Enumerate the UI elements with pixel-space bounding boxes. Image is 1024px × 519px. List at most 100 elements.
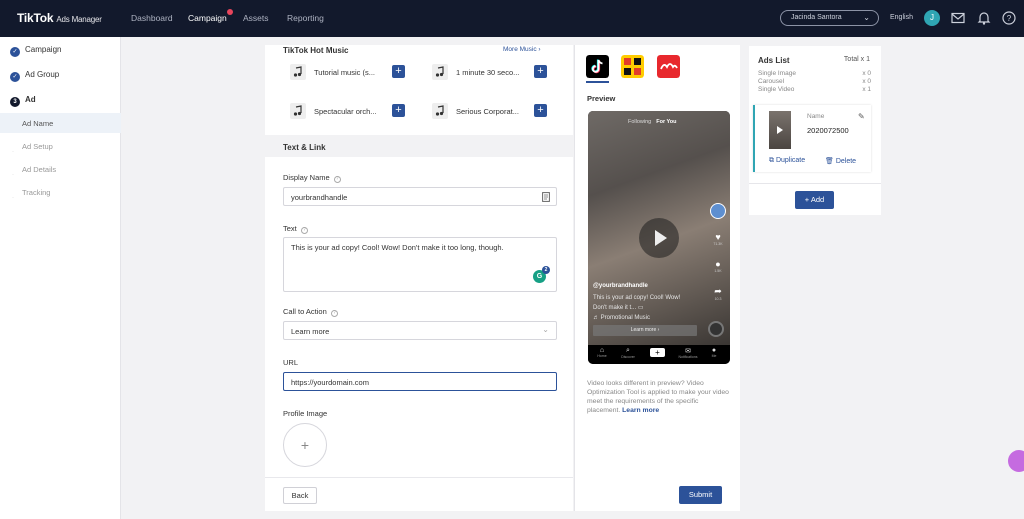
profile-image-label: Profile Image [283,409,328,418]
add-music-button[interactable]: + [534,65,547,78]
music-disc-icon [708,321,724,337]
feed-tabs: Following For You [628,119,677,125]
preview-handle: @yourbrandhandle [593,283,648,289]
ad-name-value: 2020072500 [807,126,849,135]
nav-campaign[interactable]: Campaign [188,13,227,23]
check-icon: ✓ [10,47,20,57]
nav-assets[interactable]: Assets [243,13,269,23]
copy-icon: ⧉ [769,157,774,164]
pangle-placement-icon[interactable] [657,55,680,78]
edit-icon[interactable]: ✎ [858,112,865,121]
preview-title: Preview [587,94,616,103]
heart-icon: ♥ 71.3K [713,232,723,246]
divider [749,183,881,184]
ad-video-thumbnail [769,111,791,149]
home-icon: ⌂ Home [597,347,607,358]
grammarly-icon[interactable]: G2 [533,266,550,283]
ad-form-panel: TikTok Hot Music More Music › Tutorial m… [265,45,573,511]
comment-icon: ● 1.5K [714,259,722,273]
profile-icon: ● Me [711,347,717,358]
inbox-icon: ✉ Notifications [678,348,698,359]
ad-creation-steps: ✓Campaign ✓Ad Group 3Ad · Ad Name · Ad S… [0,37,121,519]
ads-list-panel: Ads List Total x 1 Single Image x 0 Carou… [749,46,881,215]
plus-icon: + [300,437,310,453]
display-name-label: Display Name? [283,173,341,183]
url-input[interactable]: https://yourdomain.com [283,372,557,391]
music-note-icon [432,103,448,119]
ad-list-item[interactable]: Name 2020072500 ✎ ⧉ Duplicate 🗑 Delete [753,105,871,172]
create-icon: + [650,348,665,357]
creator-avatar [710,203,726,219]
preview-copy-line2: Don't make it t... ▭ [593,305,644,311]
step-number: 3 [10,97,20,107]
add-ad-button[interactable]: + Add [795,191,834,209]
hot-music-title: TikTok Hot Music [283,46,349,55]
submit-button[interactable]: Submit [679,486,722,504]
step-ad[interactable]: 3 Ad [10,95,36,107]
substep-tracking[interactable]: Tracking [0,182,121,202]
share-icon: ➦ 10.3 [714,286,722,301]
ad-preview-panel: Preview Following For You ♥ 71.3K ● 1.5K ➦ 1… [574,45,740,511]
duplicate-ad-button[interactable]: ⧉ Duplicate [769,157,805,165]
substep-ad-name[interactable]: Ad Name [0,113,121,133]
ads-count-row: Carousel x 0 [758,78,871,85]
info-icon[interactable]: ? [330,310,338,317]
tiktok-ads-logo[interactable]: TikTok Ads Manager [17,11,102,25]
info-icon[interactable]: ? [300,227,308,234]
substep-ad-setup[interactable]: Ad Setup [0,136,121,156]
text-label: Text? [283,224,308,234]
engagement-icons: ♥ 71.3K ● 1.5K ➦ 10.3 [710,232,726,314]
language-selector[interactable]: English [890,14,913,21]
nav-reporting[interactable]: Reporting [287,13,324,23]
url-label: URL [283,358,299,367]
chat-helper-icon[interactable] [1008,450,1024,472]
call-to-action-select[interactable]: Learn more ⌄ [283,321,557,340]
upload-profile-image-button[interactable]: + [283,423,327,467]
phone-preview: Following For You ♥ 71.3K ● 1.5K ➦ 10.3 @you… [588,111,730,364]
music-track: Serious Corporat... + [432,103,562,119]
topbuzz-placement-icon[interactable] [621,55,644,78]
nav-dashboard[interactable]: Dashboard [131,13,173,23]
play-icon[interactable] [639,218,679,258]
document-icon[interactable] [542,192,550,202]
user-avatar[interactable]: J [924,10,940,26]
help-icon[interactable]: ? [1001,10,1017,26]
substep-ad-details[interactable]: Ad Details [0,159,121,179]
preview-note: Video looks different in preview? Video … [587,380,729,414]
info-icon[interactable]: ? [333,176,341,183]
music-track: Spectacular orch... + [290,103,420,119]
phone-bottom-nav: ⌂ Home ⌕ Discover + ✉ Notifications ● Me [588,345,730,364]
notification-dot [227,9,233,15]
ads-count-row: Single Image x 0 [758,70,871,77]
music-note-icon [432,64,448,80]
mail-icon[interactable] [950,10,966,26]
text-link-section-header: Text & Link [265,135,573,157]
tiktok-placement-icon[interactable] [586,55,609,78]
music-note-icon [290,64,306,80]
ads-total-count: Total x 1 [843,56,870,63]
add-music-button[interactable]: + [392,104,405,117]
ad-text-input[interactable]: This is your ad copy! Cool! Wow! Don't m… [283,237,557,292]
add-music-button[interactable]: + [534,104,547,117]
svg-text:?: ? [1007,14,1012,23]
music-track: Tutorial music (s... + [290,64,420,80]
ads-count-row: Single Video x 1 [758,86,871,93]
display-name-input[interactable]: yourbrandhandle [283,187,557,206]
account-selector[interactable]: Jacinda Santora ⌄ [780,10,879,26]
music-note-icon [290,103,306,119]
ads-list-title: Ads List [758,56,790,65]
form-footer: Back [265,477,573,511]
music-track: 1 minute 30 seco... + [432,64,562,80]
preview-music: ♬ Promotional Music [593,315,651,321]
step-campaign[interactable]: ✓ Campaign [10,45,61,57]
delete-ad-button[interactable]: 🗑 Delete [825,157,856,165]
learn-more-link[interactable]: Learn more [622,407,659,414]
preview-copy-line1: This is your ad copy! Cool! Wow! [593,295,681,301]
top-nav-bar: TikTok Ads Manager Dashboard Campaign Ass… [0,0,1024,37]
more-music-link[interactable]: More Music › [503,46,541,53]
step-ad-group[interactable]: ✓ Ad Group [10,70,59,82]
active-placement-indicator [586,81,609,83]
add-music-button[interactable]: + [392,65,405,78]
back-button[interactable]: Back [283,487,317,504]
bell-icon[interactable] [976,10,992,26]
